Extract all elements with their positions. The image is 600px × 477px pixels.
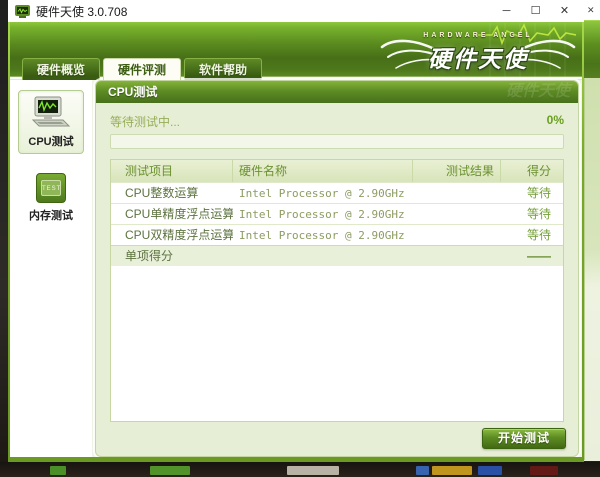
test-item-cell: CPU双精度浮点运算	[125, 228, 233, 242]
hardware-name-cell: Intel Processor @ 2.90GHz	[239, 187, 405, 200]
sidebar-item-cpu-test[interactable]: CPU测试	[18, 90, 84, 154]
logo-title: 硬件天使	[428, 46, 528, 72]
benchmark-table: 测试项目 硬件名称 测试结果 得分 CPU整数运算 Intel Processo…	[110, 159, 564, 422]
window-body: HARDWARE ANGEL 硬件天使 硬件概览 硬件评测 软件帮助 CPU测试…	[8, 22, 584, 462]
section-title: CPU测试	[108, 85, 158, 99]
desktop-icon	[416, 466, 429, 475]
sidebar-item-memory-test[interactable]: TEST 内存测试	[18, 164, 84, 227]
section-header-watermark: 硬件天使	[505, 83, 570, 100]
window-controls: ─ ☐ ✕	[492, 0, 579, 22]
table-row[interactable]: CPU双精度浮点运算 Intel Processor @ 2.90GHz 等待	[111, 224, 563, 245]
hardware-name-cell: Intel Processor @ 2.90GHz	[239, 229, 405, 242]
hardware-angel-logo: HARDWARE ANGEL 硬件天使	[380, 23, 576, 77]
computer-monitor-icon	[31, 96, 71, 127]
tab-hardware-benchmark[interactable]: 硬件评测	[103, 58, 182, 80]
desktop-taskbar-strip	[0, 462, 600, 477]
titlebar: 硬件天使 3.0.708 ─ ☐ ✕	[8, 0, 584, 22]
app-area: HARDWARE ANGEL 硬件天使 硬件概览 硬件评测 软件帮助 CPU测试…	[10, 22, 582, 457]
empty-cell	[233, 246, 413, 266]
test-result-cell	[413, 204, 501, 224]
desktop-icon	[287, 466, 339, 475]
score-cell: 等待	[526, 228, 551, 242]
progress-percent: 0%	[546, 113, 564, 127]
hardware-name-cell: Intel Processor @ 2.90GHz	[239, 208, 405, 221]
logo-subtitle: HARDWARE ANGEL	[423, 32, 533, 39]
background-window-close-icon[interactable]: ✕	[584, 0, 600, 20]
sidebar: CPU测试 TEST 内存测试	[10, 80, 92, 457]
app-window: 硬件天使 3.0.708 ─ ☐ ✕ HARDWARE ANGEL 硬件天使 硬…	[8, 0, 584, 462]
background-window: ✕	[584, 0, 600, 461]
desktop-icon	[478, 466, 502, 475]
background-window-header	[584, 20, 600, 78]
test-result-cell	[413, 225, 501, 245]
tab-hardware-overview[interactable]: 硬件概览	[22, 58, 101, 80]
column-header-test-item: 测试项目	[111, 160, 233, 182]
tab-bar: 硬件概览 硬件评测 软件帮助	[22, 58, 265, 80]
column-header-score: 得分	[526, 164, 551, 178]
status-row: 等待测试中... 0%	[110, 113, 564, 129]
table-row[interactable]: CPU单精度浮点运算 Intel Processor @ 2.90GHz 等待	[111, 203, 563, 224]
table-footer-row: 单项得分 ——	[111, 245, 563, 266]
memory-chip-label: TEST	[41, 180, 61, 196]
close-button[interactable]: ✕	[550, 0, 579, 22]
test-item-cell: CPU整数运算	[125, 186, 199, 200]
window-title: 硬件天使 3.0.708	[36, 4, 128, 19]
header-band: HARDWARE ANGEL 硬件天使 硬件概览 硬件评测 软件帮助	[10, 22, 582, 80]
section-header: CPU测试 硬件天使	[96, 81, 578, 103]
table-row[interactable]: CPU整数运算 Intel Processor @ 2.90GHz 等待	[111, 182, 563, 203]
minimize-button[interactable]: ─	[492, 0, 521, 22]
empty-cell	[413, 246, 501, 266]
app-icon	[15, 4, 30, 18]
desktop-icon	[530, 466, 558, 475]
total-score-value: ——	[527, 249, 551, 263]
test-item-cell: CPU单精度浮点运算	[125, 207, 233, 221]
start-test-button[interactable]: 开始测试	[482, 428, 566, 449]
desktop-icon	[432, 466, 472, 475]
main-panel: CPU测试 硬件天使 等待测试中... 0% 测试项目 硬件名称 测试结果 得分	[95, 80, 579, 457]
desktop-icon	[150, 466, 190, 475]
desktop-left-strip	[0, 0, 8, 477]
column-header-hardware-name: 硬件名称	[233, 160, 413, 182]
desktop-icon	[50, 466, 66, 475]
score-cell: 等待	[526, 186, 551, 200]
sidebar-item-label: 内存测试	[29, 210, 73, 222]
column-header-test-result: 测试结果	[413, 160, 501, 182]
status-text: 等待测试中...	[110, 115, 181, 129]
background-window-body	[584, 78, 600, 460]
tab-software-help[interactable]: 软件帮助	[184, 58, 263, 80]
score-cell: 等待	[526, 207, 551, 221]
test-result-cell	[413, 183, 501, 203]
sidebar-item-label: CPU测试	[28, 136, 74, 148]
maximize-button[interactable]: ☐	[521, 0, 550, 22]
memory-chip-icon: TEST	[36, 173, 66, 203]
table-header-row: 测试项目 硬件名称 测试结果 得分	[111, 160, 563, 182]
total-score-label: 单项得分	[125, 249, 174, 263]
progress-bar	[110, 134, 564, 149]
